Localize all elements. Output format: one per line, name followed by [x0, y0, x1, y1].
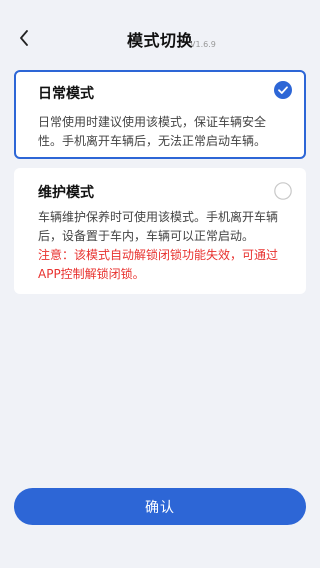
checked-circle-icon[interactable]	[274, 81, 292, 99]
mode-description: 车辆维护保养时可使用该模式。手机离开车辆后，设备置于车内，车辆可以正常启动。	[38, 210, 279, 243]
title-wrap: 模式切换	[0, 27, 320, 51]
page-title: 模式切换	[126, 31, 193, 50]
mode-card-maintenance[interactable]: 维护模式 车辆维护保养时可使用该模式。手机离开车辆后，设备置于车内，车辆可以正常…	[14, 168, 306, 294]
mode-title: 日常模式	[38, 86, 94, 102]
top-bar: 模式切换 V1.6.9	[0, 0, 320, 60]
mode-card-daily[interactable]: 日常模式 日常使用时建议使用该模式，保证车辆安全性。手机离开车辆后，无法正常启动…	[14, 70, 306, 159]
unchecked-circle-icon[interactable]	[274, 182, 292, 200]
mode-switch-screen: 模式切换 V1.6.9 日常模式 日常使用时建议使用该模式，保证车辆安全性。手机…	[0, 0, 320, 568]
mode-description: 日常使用时建议使用该模式，保证车辆安全性。手机离开车辆后，无法正常启动车辆。	[38, 115, 267, 148]
mode-warning-note: 注意：该模式自动解锁闭锁功能失效，可通过APP控制解锁闭锁。	[38, 248, 279, 281]
version-label: V1.6.9	[190, 40, 216, 49]
mode-title: 维护模式	[38, 185, 94, 201]
confirm-button[interactable]: 确认	[14, 488, 306, 525]
